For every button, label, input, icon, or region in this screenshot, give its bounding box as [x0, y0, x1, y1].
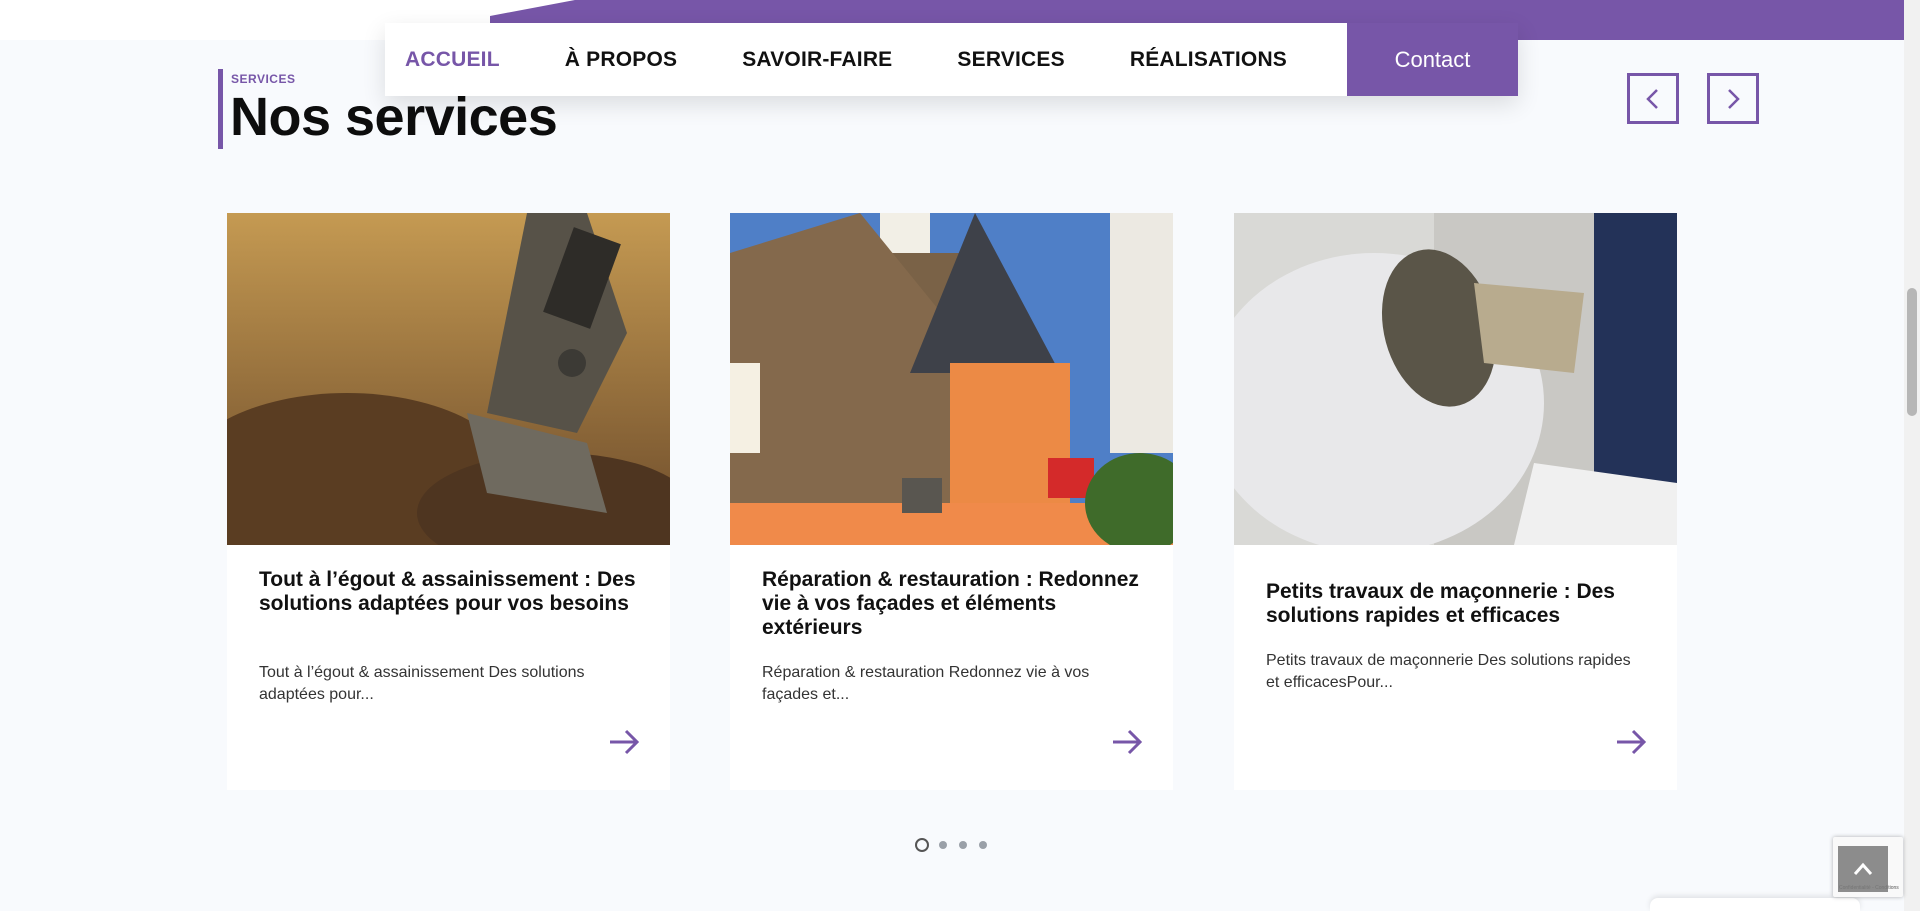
- card-title[interactable]: Petits travaux de maçonnerie : Des solut…: [1266, 580, 1646, 628]
- contact-button[interactable]: Contact: [1347, 23, 1518, 96]
- chevron-left-icon: [1646, 88, 1658, 109]
- arrow-right-icon[interactable]: [608, 729, 640, 755]
- pagination-dot[interactable]: [939, 841, 947, 849]
- card-title[interactable]: Tout à l’égout & assainissement : Des so…: [259, 568, 639, 616]
- arrow-right-icon[interactable]: [1111, 729, 1143, 755]
- back-to-top-button[interactable]: [1838, 846, 1888, 892]
- nav-item-savoir-faire[interactable]: SAVOIR-FAIRE: [742, 48, 892, 72]
- service-card[interactable]: Tout à l’égout & assainissement : Des so…: [227, 213, 670, 790]
- card-description: Petits travaux de maçonnerie Des solutio…: [1266, 652, 1631, 691]
- pagination-dot-active[interactable]: [915, 838, 929, 852]
- pagination-dot[interactable]: [979, 841, 987, 849]
- pagination-dot[interactable]: [959, 841, 967, 849]
- card-description: Réparation & restauration Redonnez vie à…: [762, 664, 1090, 703]
- card-description: Tout à l’égout & assainissement Des solu…: [259, 664, 585, 703]
- carousel-pagination: [915, 838, 999, 852]
- arrow-right-icon[interactable]: [1615, 729, 1647, 755]
- section-title: Nos services: [230, 87, 558, 147]
- page-scrollbar[interactable]: [1904, 0, 1920, 911]
- carousel-next-button[interactable]: [1707, 73, 1759, 124]
- service-card[interactable]: Réparation & restauration : Redonnez vie…: [730, 213, 1173, 790]
- nav-item-accueil[interactable]: ACCUEIL: [405, 48, 500, 72]
- card-title[interactable]: Réparation & restauration : Redonnez vie…: [762, 568, 1142, 640]
- nav-item-services[interactable]: SERVICES: [957, 48, 1064, 72]
- chevron-right-icon: [1728, 88, 1740, 109]
- carousel-prev-button[interactable]: [1627, 73, 1679, 124]
- excavator-photo: [227, 213, 670, 545]
- chat-widget-tab[interactable]: [1650, 898, 1860, 911]
- chevron-up-icon: [1853, 862, 1873, 875]
- section-accent-bar: [218, 69, 223, 149]
- section-tag: SERVICES: [231, 72, 296, 86]
- house-facade-photo: [730, 213, 1173, 545]
- nav-item-realisations[interactable]: RÉALISATIONS: [1130, 48, 1287, 72]
- cement-mixer-photo: [1234, 213, 1677, 545]
- nav-item-a-propos[interactable]: À PROPOS: [565, 48, 677, 72]
- scrollbar-thumb[interactable]: [1907, 288, 1917, 416]
- service-card[interactable]: Petits travaux de maçonnerie : Des solut…: [1234, 213, 1677, 790]
